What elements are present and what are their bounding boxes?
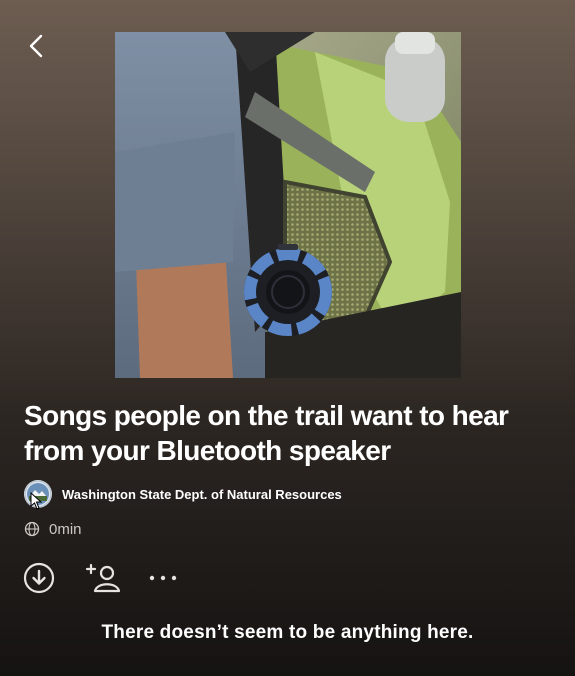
globe-icon (24, 521, 40, 537)
action-bar (22, 560, 180, 596)
download-icon (23, 562, 55, 594)
playlist-owner[interactable]: Washington State Dept. of Natural Resour… (24, 480, 342, 508)
mouse-cursor-icon (30, 492, 42, 510)
more-options-button[interactable] (146, 561, 180, 595)
playlist-duration: 0min (49, 520, 82, 538)
download-button[interactable] (22, 561, 56, 595)
add-user-icon (85, 563, 121, 593)
playlist-cover-image (115, 32, 461, 378)
chevron-left-icon (29, 34, 43, 58)
add-collaborator-button[interactable] (84, 560, 124, 596)
playlist-meta: 0min (24, 519, 82, 539)
owner-name: Washington State Dept. of Natural Resour… (62, 486, 342, 502)
more-horizontal-icon (149, 575, 177, 581)
back-button[interactable] (22, 32, 50, 60)
empty-state-message: There doesn’t seem to be anything here. (101, 622, 474, 643)
playlist-title: Songs people on the trail want to hear f… (24, 400, 509, 466)
